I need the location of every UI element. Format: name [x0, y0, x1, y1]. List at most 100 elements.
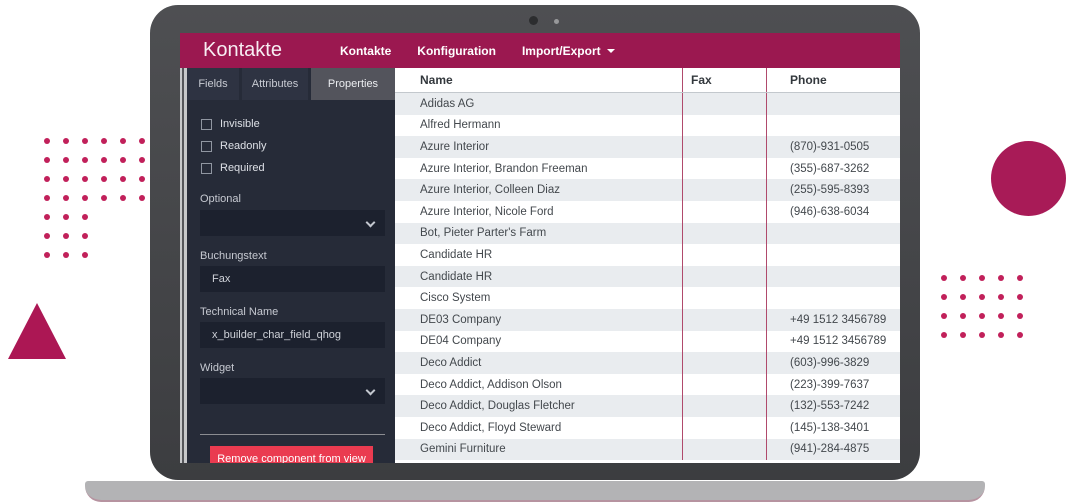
table-row[interactable]: Azure Interior, Nicole Ford (946)-638-603… — [395, 201, 900, 223]
table-row[interactable]: Alfred Hermann — [395, 115, 900, 137]
column-header-fax[interactable]: Fax — [682, 68, 767, 92]
menu-item-konfiguration[interactable]: Konfiguration — [417, 44, 496, 58]
decor-dot — [63, 233, 69, 239]
decor-dot — [101, 176, 107, 182]
tab-properties[interactable]: Properties — [311, 68, 395, 100]
sidebar-tabs: Fields Attributes Properties — [187, 68, 395, 100]
cell-name: DE04 Company — [395, 331, 682, 353]
cell-phone: (941)-284-4875 — [767, 439, 900, 461]
cell-fax — [682, 395, 767, 417]
decor-dot — [1017, 332, 1023, 338]
sidebar-scrollbar[interactable] — [180, 68, 187, 463]
cell-name: Bot, Pieter Parter's Farm — [395, 223, 682, 245]
cell-phone: (870)-931-0505 — [767, 136, 900, 158]
cell-name: Azure Interior, Colleen Diaz — [395, 179, 682, 201]
table-row[interactable]: DE04 Company+49 1512 3456789 — [395, 331, 900, 353]
table-row[interactable]: Deco Addict, Douglas Fletcher(132)-553-7… — [395, 395, 900, 417]
cell-phone: (145)-138-3401 — [767, 417, 900, 439]
table-row[interactable]: Cisco System — [395, 287, 900, 309]
decor-dot — [120, 176, 126, 182]
table-header-row: Name Fax Phone — [395, 68, 900, 93]
scrollbar-thumb[interactable] — [182, 68, 184, 463]
cell-name: Deco Addict, Douglas Fletcher — [395, 395, 682, 417]
checkbox-row-readonly[interactable]: Readonly — [201, 140, 266, 152]
cell-phone — [767, 266, 900, 288]
decor-dot — [63, 176, 69, 182]
technical-name-field[interactable] — [200, 322, 385, 348]
column-header-phone[interactable]: Phone — [767, 68, 900, 92]
column-header-name[interactable]: Name — [395, 68, 682, 92]
decor-dot — [44, 138, 50, 144]
table-row[interactable]: Azure Interior, Colleen Diaz(255)-595-83… — [395, 179, 900, 201]
decor-dot — [998, 313, 1004, 319]
technical-name-label: Technical Name — [200, 306, 278, 318]
table-row[interactable]: Deco Addict, Addison Olson(223)-399-7637 — [395, 374, 900, 396]
table-row[interactable]: Candidate HR — [395, 244, 900, 266]
cell-name: Deco Addict — [395, 352, 682, 374]
required-checkbox[interactable] — [201, 163, 212, 174]
widget-label: Widget — [200, 362, 234, 374]
caret-down-icon — [607, 49, 615, 53]
app-header: Kontakte Kontakte Konfiguration Import/E… — [180, 33, 900, 68]
main-menu: Kontakte Konfiguration Import/Export — [340, 44, 615, 58]
cell-fax — [682, 374, 767, 396]
decor-dot — [1017, 275, 1023, 281]
decor-dot — [101, 157, 107, 163]
decor-dot — [979, 275, 985, 281]
checkbox-row-required[interactable]: Required — [201, 162, 265, 174]
cell-name: Azure Interior, Nicole Ford — [395, 201, 682, 223]
cell-fax — [682, 136, 767, 158]
decor-dot — [44, 252, 50, 258]
decor-dot — [139, 157, 145, 163]
buchungstext-label: Buchungstext — [200, 250, 267, 262]
widget-select[interactable] — [200, 378, 385, 404]
readonly-checkbox[interactable] — [201, 141, 212, 152]
cell-name: Deco Addict, Floyd Steward — [395, 417, 682, 439]
cell-name: Azure Interior — [395, 136, 682, 158]
table-row[interactable]: Bot, Pieter Parter's Farm — [395, 223, 900, 245]
laptop-bezel: Kontakte Kontakte Konfiguration Import/E… — [150, 5, 920, 480]
optional-label: Optional — [200, 193, 241, 205]
table-row[interactable]: Azure Interior, Brandon Freeman(355)-687… — [395, 158, 900, 180]
tab-attributes[interactable]: Attributes — [242, 68, 308, 100]
table-row[interactable]: Azure Interior (870)-931-0505 — [395, 136, 900, 158]
decor-dot — [941, 275, 947, 281]
triangle-decoration — [8, 303, 66, 359]
table-row[interactable]: DE03 Company+49 1512 3456789 — [395, 309, 900, 331]
cell-phone: +49 1512 3456789 — [767, 309, 900, 331]
cell-fax — [682, 352, 767, 374]
cell-fax — [682, 417, 767, 439]
studio-sidebar: Fields Attributes Properties Invisible R… — [180, 68, 395, 463]
chevron-down-icon — [366, 386, 376, 396]
decor-dot — [101, 195, 107, 201]
table-row[interactable]: Deco Addict, Floyd Steward (145)-138-3401 — [395, 417, 900, 439]
cell-fax — [682, 439, 767, 461]
checkbox-row-invisible[interactable]: Invisible — [201, 118, 260, 130]
cell-fax — [682, 266, 767, 288]
decor-dot — [82, 233, 88, 239]
decor-dot — [941, 313, 947, 319]
decor-dot — [63, 138, 69, 144]
cell-name: Candidate HR — [395, 244, 682, 266]
decor-dot — [120, 195, 126, 201]
decor-dot — [82, 214, 88, 220]
invisible-checkbox[interactable] — [201, 119, 212, 130]
tab-fields[interactable]: Fields — [187, 68, 239, 100]
chevron-down-icon — [366, 218, 376, 228]
cell-name: Alfred Hermann — [395, 115, 682, 137]
table-row[interactable]: Deco Addict(603)-996-3829 — [395, 352, 900, 374]
buchungstext-field[interactable] — [200, 266, 385, 292]
screen: Kontakte Kontakte Konfiguration Import/E… — [180, 33, 900, 463]
menu-item-import-export[interactable]: Import/Export — [522, 44, 615, 58]
table-row[interactable]: Candidate HR — [395, 266, 900, 288]
decor-dot — [120, 157, 126, 163]
decor-dot — [63, 157, 69, 163]
table-row[interactable]: Adidas AG — [395, 93, 900, 115]
decor-dot — [82, 252, 88, 258]
menu-item-kontakte[interactable]: Kontakte — [340, 44, 391, 58]
remove-component-button[interactable]: Remove component from view — [210, 446, 373, 463]
cell-phone: (946)-638-6034 — [767, 201, 900, 223]
table-row[interactable]: Gemini Furniture(941)-284-4875 — [395, 439, 900, 461]
decor-dot — [960, 332, 966, 338]
optional-select[interactable] — [200, 210, 385, 236]
